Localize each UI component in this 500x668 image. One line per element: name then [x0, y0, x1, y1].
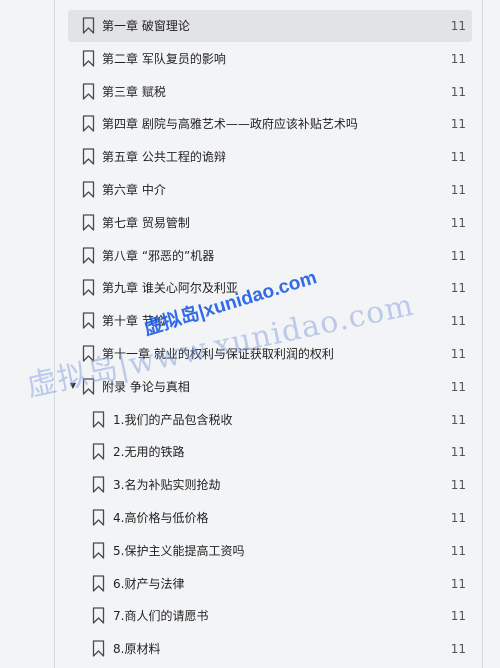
toc-item-page-number: 11 [450, 478, 466, 493]
toc-item-page-number: 11 [450, 346, 466, 361]
toc-item-label: 附录 争论与真相 [102, 379, 190, 394]
bookmark-icon [82, 50, 95, 67]
toc-item[interactable]: 第三章 赋税 11 [68, 76, 472, 108]
bookmark-icon [82, 214, 95, 231]
toc-item[interactable]: 第六章 中介 11 [68, 174, 472, 206]
toc-item-page-number: 11 [450, 182, 466, 197]
toc-item-page-number: 11 [450, 248, 466, 263]
toc-item[interactable]: 第五章 公共工程的诡辩 11 [68, 141, 472, 173]
bookmark-icon [82, 312, 95, 329]
toc-item-page-number: 11 [450, 609, 466, 624]
toc-item[interactable]: 4.高价格与低价格 11 [68, 502, 472, 534]
toc-item-label: 3.名为补贴实则抢劫 [113, 478, 221, 493]
toc-item-page-number: 11 [450, 51, 466, 66]
toc-item-page-number: 11 [450, 215, 466, 230]
toc-item[interactable]: 2.无用的铁路 11 [68, 436, 472, 468]
toc-item[interactable]: 第四章 剧院与高雅艺术——政府应该补贴艺术吗 11 [68, 108, 472, 140]
toc-item-page-number: 11 [450, 445, 466, 460]
toc-item[interactable]: 第九章 谁关心阿尔及利亚 11 [68, 272, 472, 304]
bookmark-icon [92, 443, 105, 461]
bookmark-icon [92, 607, 105, 624]
toc-item-page-number: 11 [450, 642, 466, 657]
toc-item-label: 第九章 谁关心阿尔及利亚 [102, 281, 238, 296]
expand-arrow-icon[interactable]: ▼ [68, 381, 78, 391]
bookmark-icon [82, 378, 95, 395]
toc-item-page-number: 11 [450, 84, 466, 99]
toc-item-page-number: 11 [450, 314, 466, 329]
toc-item[interactable]: 第十一章 就业的权利与保证获取利润的权利 11 [68, 338, 472, 370]
toc-item[interactable]: 第八章 “邪恶的”机器 11 [68, 240, 472, 272]
toc-item[interactable]: 5.保护主义能提高工资吗 11 [68, 535, 472, 567]
toc-item-label: 第七章 贸易管制 [102, 215, 190, 230]
bookmark-icon [82, 181, 95, 198]
toc-item[interactable]: 3.名为补贴实则抢劫 11 [68, 469, 472, 501]
toc-item-label: 第八章 “邪恶的”机器 [102, 248, 215, 263]
toc-item-label: 第四章 剧院与高雅艺术——政府应该补贴艺术吗 [102, 117, 358, 132]
toc-item[interactable]: 第二章 军队复员的影响 11 [68, 43, 472, 75]
toc-item[interactable]: 8.原材料 11 [68, 633, 472, 665]
bookmark-icon [92, 574, 105, 592]
bookmark-icon [92, 542, 105, 559]
right-divider [482, 0, 483, 668]
bookmark-icon [92, 640, 105, 657]
toc-item-label: 2.无用的铁路 [113, 445, 185, 460]
toc-item-page-number: 11 [450, 117, 466, 132]
toc-item-page-number: 11 [450, 412, 466, 427]
toc-item[interactable]: 第七章 贸易管制 11 [68, 207, 472, 239]
toc-item-label: 5.保护主义能提高工资吗 [113, 543, 245, 558]
toc-item[interactable]: 第一章 破窗理论 11 [68, 10, 472, 42]
bookmark-icon [92, 509, 105, 526]
toc-item[interactable]: 1.我们的产品包含税收 11 [68, 404, 472, 436]
toc-item-page-number: 11 [450, 379, 466, 394]
bookmark-icon [82, 82, 95, 100]
toc-item-label: 第二章 军队复员的影响 [102, 51, 226, 66]
toc-item-label: 第一章 破窗理论 [102, 19, 190, 33]
toc-item-label: 7.商人们的请愿书 [113, 609, 209, 624]
bookmark-icon [82, 115, 95, 133]
toc-item-label: 第十章 节俭 [102, 314, 166, 329]
toc-item-label: 第六章 中介 [102, 182, 166, 197]
toc-item-page-number: 11 [450, 281, 466, 296]
left-divider [54, 0, 55, 668]
toc-item-page-number: 11 [450, 150, 466, 165]
toc-item-page-number: 11 [450, 576, 466, 591]
bookmark-icon [82, 246, 95, 264]
toc-panel: 第一章 破窗理论 11 第二章 军队复员的影响 11 第三章 赋税 11 第四章 剧院与高雅… [0, 0, 500, 668]
toc-item-label: 第三章 赋税 [102, 84, 166, 99]
toc-item[interactable]: 第十章 节俭 11 [68, 305, 472, 337]
toc-item-page-number: 11 [450, 510, 466, 525]
toc-item-page-number: 11 [450, 19, 466, 33]
toc-item-label: 第五章 公共工程的诡辩 [102, 150, 226, 165]
toc-item-label: 1.我们的产品包含税收 [113, 412, 233, 427]
toc-item-label: 第十一章 就业的权利与保证获取利润的权利 [102, 346, 334, 361]
bookmark-icon [92, 410, 105, 428]
toc-item[interactable]: 6.财产与法律 11 [68, 568, 472, 600]
bookmark-icon [82, 345, 95, 362]
toc-item[interactable]: 7.商人们的请愿书 11 [68, 600, 472, 632]
toc-item[interactable]: ▼ 附录 争论与真相 11 [68, 371, 472, 403]
toc-item-label: 4.高价格与低价格 [113, 510, 209, 525]
bookmark-icon [82, 279, 95, 297]
bookmark-icon [82, 17, 95, 34]
toc-item-label: 8.原材料 [113, 642, 161, 657]
bookmark-icon [92, 476, 105, 493]
bookmark-icon [82, 148, 95, 165]
toc-item-label: 6.财产与法律 [113, 576, 185, 591]
toc-item-page-number: 11 [450, 543, 466, 558]
toc-list: 第一章 破窗理论 11 第二章 军队复员的影响 11 第三章 赋税 11 第四章 剧院与高雅… [68, 10, 472, 666]
